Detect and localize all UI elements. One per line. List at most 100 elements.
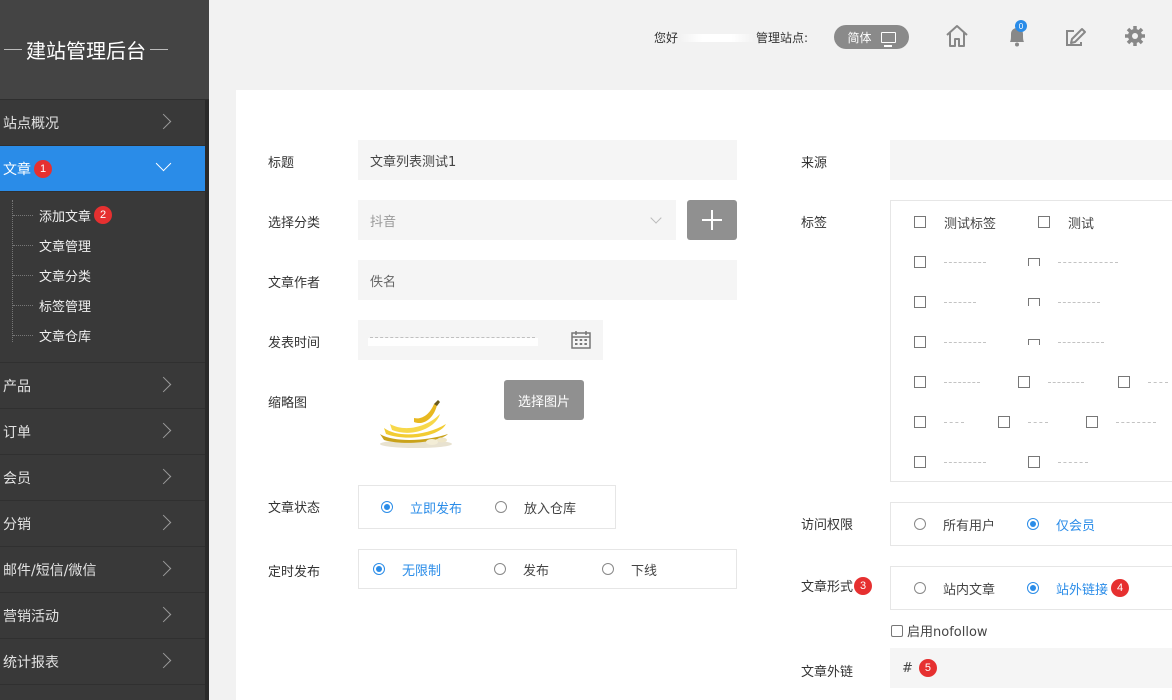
radio-label: 发布 [523, 563, 550, 579]
schedule-option-unlimited[interactable]: 无限制 [373, 560, 441, 579]
radio-label: 所有用户 [943, 518, 996, 534]
checkbox[interactable] [891, 624, 903, 637]
radio-dot [373, 563, 385, 575]
redacted-tag [944, 422, 964, 426]
edit-icon[interactable] [1062, 22, 1090, 50]
radio-dot [381, 501, 393, 513]
subnav-item-article-category[interactable]: 文章分类 [0, 260, 209, 290]
sidebar-item-label: 邮件/短信/微信 [3, 562, 97, 579]
sidebar-item-reports[interactable]: 统计报表 [0, 639, 209, 685]
checkbox[interactable] [998, 416, 1010, 428]
checkbox[interactable] [914, 376, 926, 388]
brand-title: 建站管理后台 [26, 39, 146, 63]
thumbnail-image [380, 400, 452, 448]
chevron-right-icon [155, 422, 172, 439]
checkbox[interactable] [1028, 258, 1040, 266]
chevron-right-icon [155, 652, 172, 669]
checkbox[interactable] [914, 216, 926, 228]
title-label: 标题 [268, 156, 295, 171]
sidebar: 建站管理后台 站点概况 文章 1 添加文章 2 文章管理 文章分类 标签管理 文… [0, 0, 209, 700]
schedule-radio-group: 无限制 发布 下线 [358, 549, 737, 589]
redacted-tag [1148, 382, 1168, 386]
checkbox[interactable] [1018, 376, 1030, 388]
sidebar-item-label: 会员 [3, 470, 31, 487]
chevron-right-icon [155, 560, 172, 577]
sidebar-item-messaging[interactable]: 邮件/短信/微信 [0, 547, 209, 593]
schedule-option-offline[interactable]: 下线 [602, 560, 657, 579]
sidebar-item-distribution[interactable]: 分销 [0, 501, 209, 547]
checkbox[interactable] [1028, 298, 1040, 306]
status-option-warehouse[interactable]: 放入仓库 [495, 498, 576, 517]
tag-option-row[interactable] [914, 252, 1118, 272]
redacted-tag [944, 382, 980, 386]
sidebar-item-label: 文章 [3, 161, 31, 178]
greeting-text: 您好 [654, 31, 679, 45]
form-type-option-external[interactable]: 站外链接 4 [1027, 579, 1130, 598]
checkbox[interactable] [1118, 376, 1130, 388]
tag-option-row[interactable] [914, 332, 1104, 352]
checkbox[interactable] [914, 256, 926, 268]
chevron-right-icon [155, 606, 172, 623]
chevron-right-icon [155, 514, 172, 531]
external-link-value: # [902, 660, 913, 676]
checkbox[interactable] [1038, 216, 1051, 228]
sidebar-item-product[interactable]: 产品 [0, 363, 209, 409]
radio-dot [1027, 518, 1040, 530]
tag-option-row[interactable] [914, 292, 1100, 312]
tag-option-row[interactable] [914, 452, 1088, 472]
bell-icon[interactable]: 0 [1003, 20, 1031, 50]
source-input[interactable] [890, 140, 1172, 180]
form-type-label: 文章形式 [801, 580, 854, 595]
sidebar-item-order[interactable]: 订单 [0, 409, 209, 455]
checkbox[interactable] [1028, 456, 1040, 468]
publish-time-input[interactable] [358, 320, 603, 360]
subnav-item-article-warehouse[interactable]: 文章仓库 [0, 320, 209, 350]
chevron-right-icon [155, 468, 172, 485]
category-select[interactable]: 抖音 [358, 200, 676, 240]
form-type-option-internal[interactable]: 站内文章 [914, 579, 995, 598]
checkbox[interactable] [1028, 339, 1040, 345]
checkbox[interactable] [1086, 416, 1098, 428]
access-option-all-users[interactable]: 所有用户 [914, 515, 995, 534]
tags-checkbox-group: 测试标签 测试 [890, 200, 1172, 482]
sidebar-scrollbar[interactable] [205, 100, 209, 700]
redacted-tag [944, 462, 986, 466]
language-switch-button[interactable]: 简体 [834, 25, 909, 49]
radio-dot [495, 501, 508, 513]
nofollow-checkbox[interactable]: 启用nofollow [891, 621, 988, 640]
step-badge: 5 [918, 659, 937, 677]
checkbox[interactable] [914, 336, 926, 348]
sidebar-item-marketing[interactable]: 营销活动 [0, 593, 209, 639]
title-value: 文章列表测试1 [370, 154, 457, 170]
redacted-tag [1028, 422, 1048, 426]
choose-image-button[interactable]: 选择图片 [504, 380, 584, 420]
subnav-item-add-article[interactable]: 添加文章 2 [0, 200, 209, 230]
checkbox[interactable] [914, 416, 926, 428]
step-badge: 3 [854, 576, 873, 595]
sidebar-item-article[interactable]: 文章 1 [0, 146, 209, 192]
author-input[interactable]: 佚名 [358, 260, 737, 300]
subnav-item-tag-manage[interactable]: 标签管理 [0, 290, 209, 320]
title-input[interactable]: 文章列表测试1 [358, 140, 737, 180]
home-icon[interactable] [943, 22, 971, 50]
tag-option-row[interactable] [914, 372, 1168, 392]
external-link-label: 文章外链 [801, 665, 854, 680]
tag-option-row[interactable] [914, 412, 1156, 432]
subnav-item-article-manage[interactable]: 文章管理 [0, 230, 209, 260]
access-option-members-only[interactable]: 仅会员 [1027, 515, 1095, 534]
external-link-input[interactable]: # 5 [890, 648, 1172, 688]
radio-label: 站内文章 [943, 582, 996, 598]
status-option-publish-now[interactable]: 立即发布 [381, 498, 462, 517]
gear-icon[interactable] [1121, 22, 1149, 50]
sidebar-item-member[interactable]: 会员 [0, 455, 209, 501]
redacted-username [680, 33, 755, 42]
calendar-icon[interactable] [571, 331, 591, 349]
schedule-option-publish[interactable]: 发布 [494, 560, 549, 579]
sidebar-item-overview[interactable]: 站点概况 [0, 100, 209, 146]
add-category-button[interactable] [687, 200, 737, 240]
checkbox[interactable] [914, 296, 926, 308]
status-label: 文章状态 [268, 501, 321, 516]
chevron-right-icon [155, 376, 172, 393]
tag-option-test-tag[interactable]: 测试标签 测试 [914, 212, 1094, 232]
checkbox[interactable] [914, 456, 926, 468]
